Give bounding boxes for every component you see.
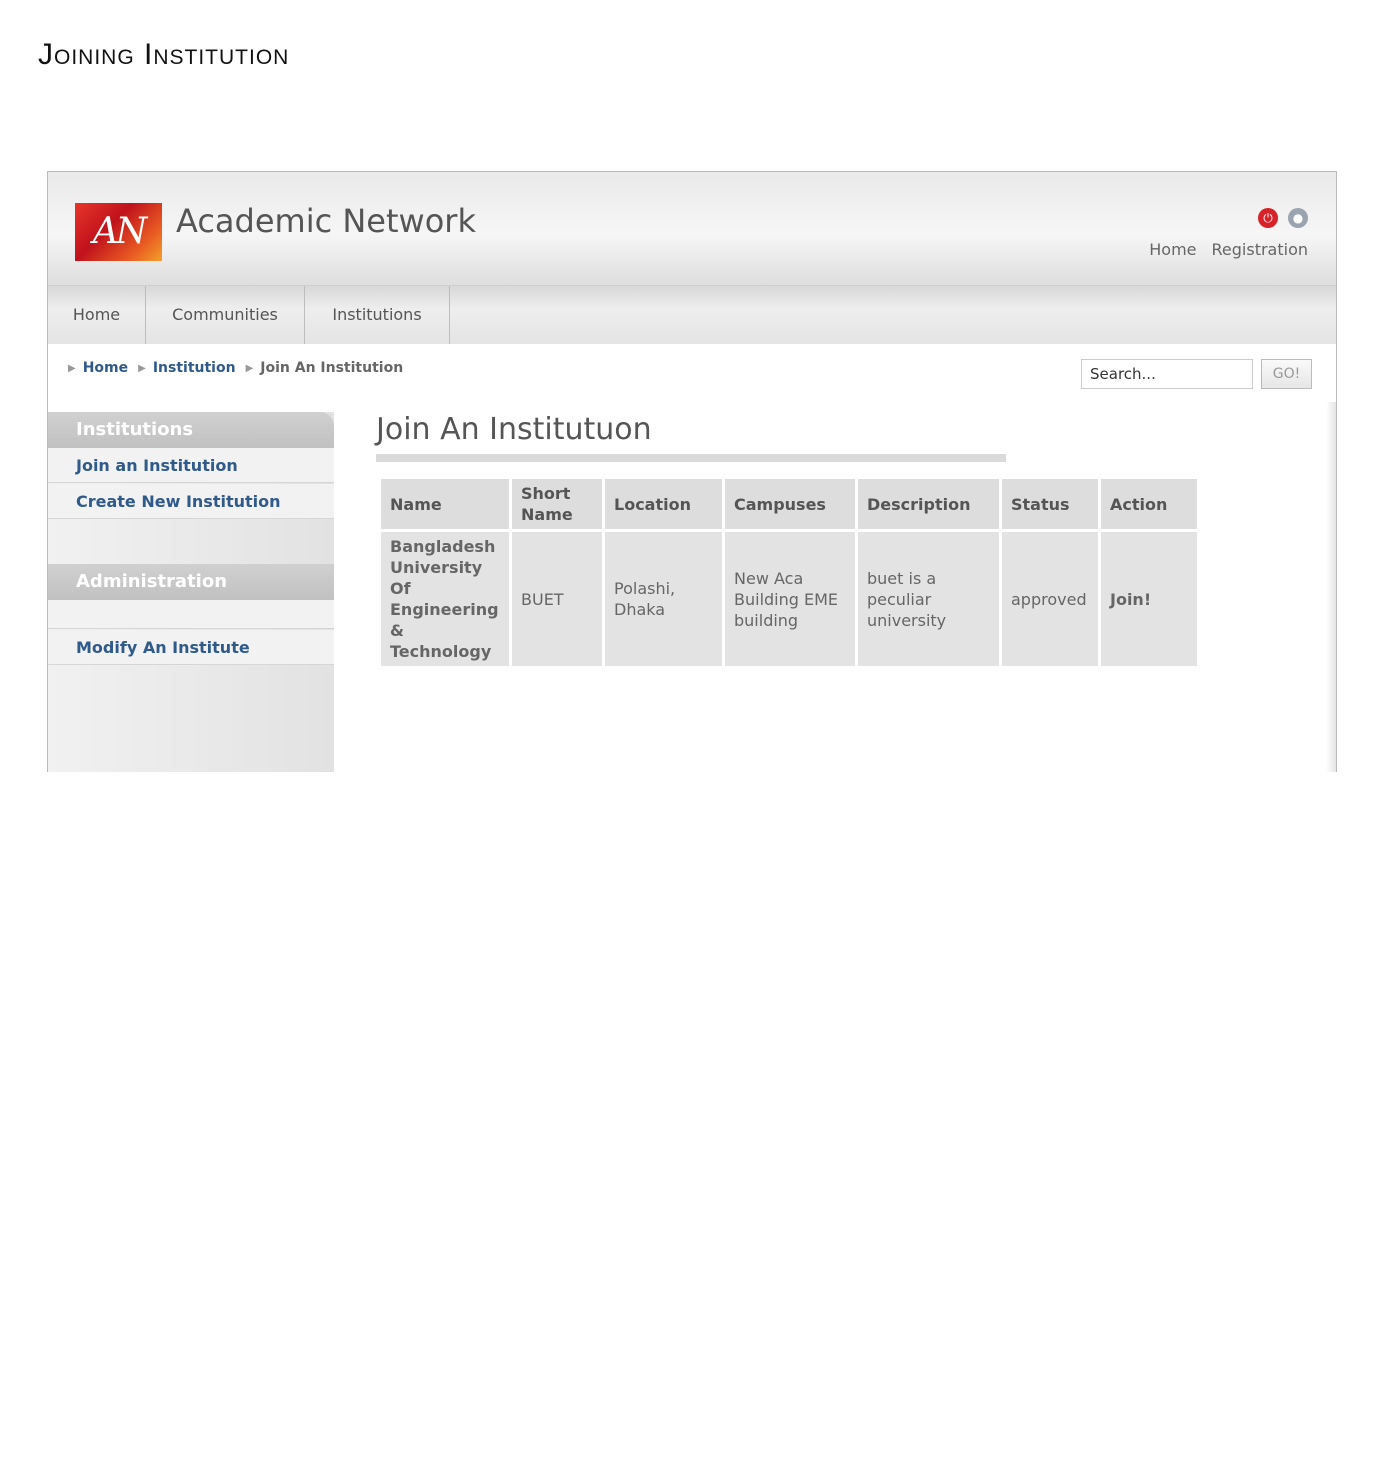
document-title: Joining Institution (38, 38, 290, 71)
cell-location: Polashi, Dhaka (605, 532, 722, 666)
title-underline (376, 454, 1006, 462)
breadcrumb-current: Join An Institution (260, 360, 404, 376)
cell-status: approved (1002, 532, 1098, 666)
top-link-registration[interactable]: Registration (1212, 240, 1308, 259)
user-icon[interactable]: ● (1288, 208, 1308, 228)
top-links: Home Registration (1149, 240, 1308, 259)
site-logo[interactable]: AN (75, 203, 162, 261)
cell-campuses: New Aca Building EME building (725, 532, 855, 666)
logout-icon[interactable]: ⏻ (1258, 208, 1278, 228)
sidebar-heading-institutions: Institutions (48, 412, 334, 448)
site-header: AN Academic Network ⏻ ● Home Registratio… (48, 172, 1336, 285)
breadcrumb: ▶ Home ▶ Institution ▶ Join An Instituti… (68, 360, 403, 376)
column-header-short-name: Short Name (512, 479, 602, 529)
site-title: Academic Network (176, 202, 476, 240)
search-input[interactable] (1081, 359, 1253, 389)
column-header-location: Location (605, 479, 722, 529)
cell-short-name: BUET (512, 532, 602, 666)
sidebar: Institutions Join an Institution Create … (48, 412, 334, 772)
institutions-table: Name Short Name Location Campuses Descri… (378, 476, 1200, 669)
page-edge-shadow (1326, 402, 1336, 772)
sidebar-spacer (48, 600, 334, 629)
breadcrumb-home[interactable]: Home (83, 360, 128, 376)
sidebar-item-join-institution[interactable]: Join an Institution (48, 448, 334, 483)
table-header-row: Name Short Name Location Campuses Descri… (381, 479, 1197, 529)
column-header-action: Action (1101, 479, 1197, 529)
top-link-home[interactable]: Home (1149, 240, 1196, 259)
column-header-campuses: Campuses (725, 479, 855, 529)
nav-item-communities[interactable]: Communities (146, 286, 305, 344)
breadcrumb-arrow-icon: ▶ (138, 362, 146, 374)
app-screenshot: AN Academic Network ⏻ ● Home Registratio… (47, 171, 1337, 772)
cell-description: buet is a peculiar university (858, 532, 999, 666)
nav-item-home[interactable]: Home (48, 286, 146, 344)
nav-item-institutions[interactable]: Institutions (305, 286, 450, 344)
column-header-status: Status (1002, 479, 1098, 529)
top-icons: ⏻ ● (1258, 208, 1308, 228)
breadcrumb-arrow-icon: ▶ (245, 362, 254, 374)
join-link[interactable]: Join! (1101, 532, 1197, 666)
column-header-description: Description (858, 479, 999, 529)
sidebar-item-modify-institute[interactable]: Modify An Institute (48, 630, 334, 665)
main-nav: Home Communities Institutions (48, 285, 1336, 344)
table-row: Bangladesh University Of Engineering & T… (381, 532, 1197, 666)
column-header-name: Name (381, 479, 509, 529)
sidebar-heading-administration: Administration (48, 564, 334, 600)
sidebar-item-create-institution[interactable]: Create New Institution (48, 484, 334, 519)
search-go-button[interactable]: GO! (1261, 359, 1312, 389)
page-title: Join An Institutuon (376, 412, 652, 447)
breadcrumb-arrow-icon: ▶ (68, 362, 76, 374)
institution-name-link[interactable]: Bangladesh University Of Engineering & T… (381, 532, 509, 666)
breadcrumb-institution[interactable]: Institution (153, 360, 236, 376)
